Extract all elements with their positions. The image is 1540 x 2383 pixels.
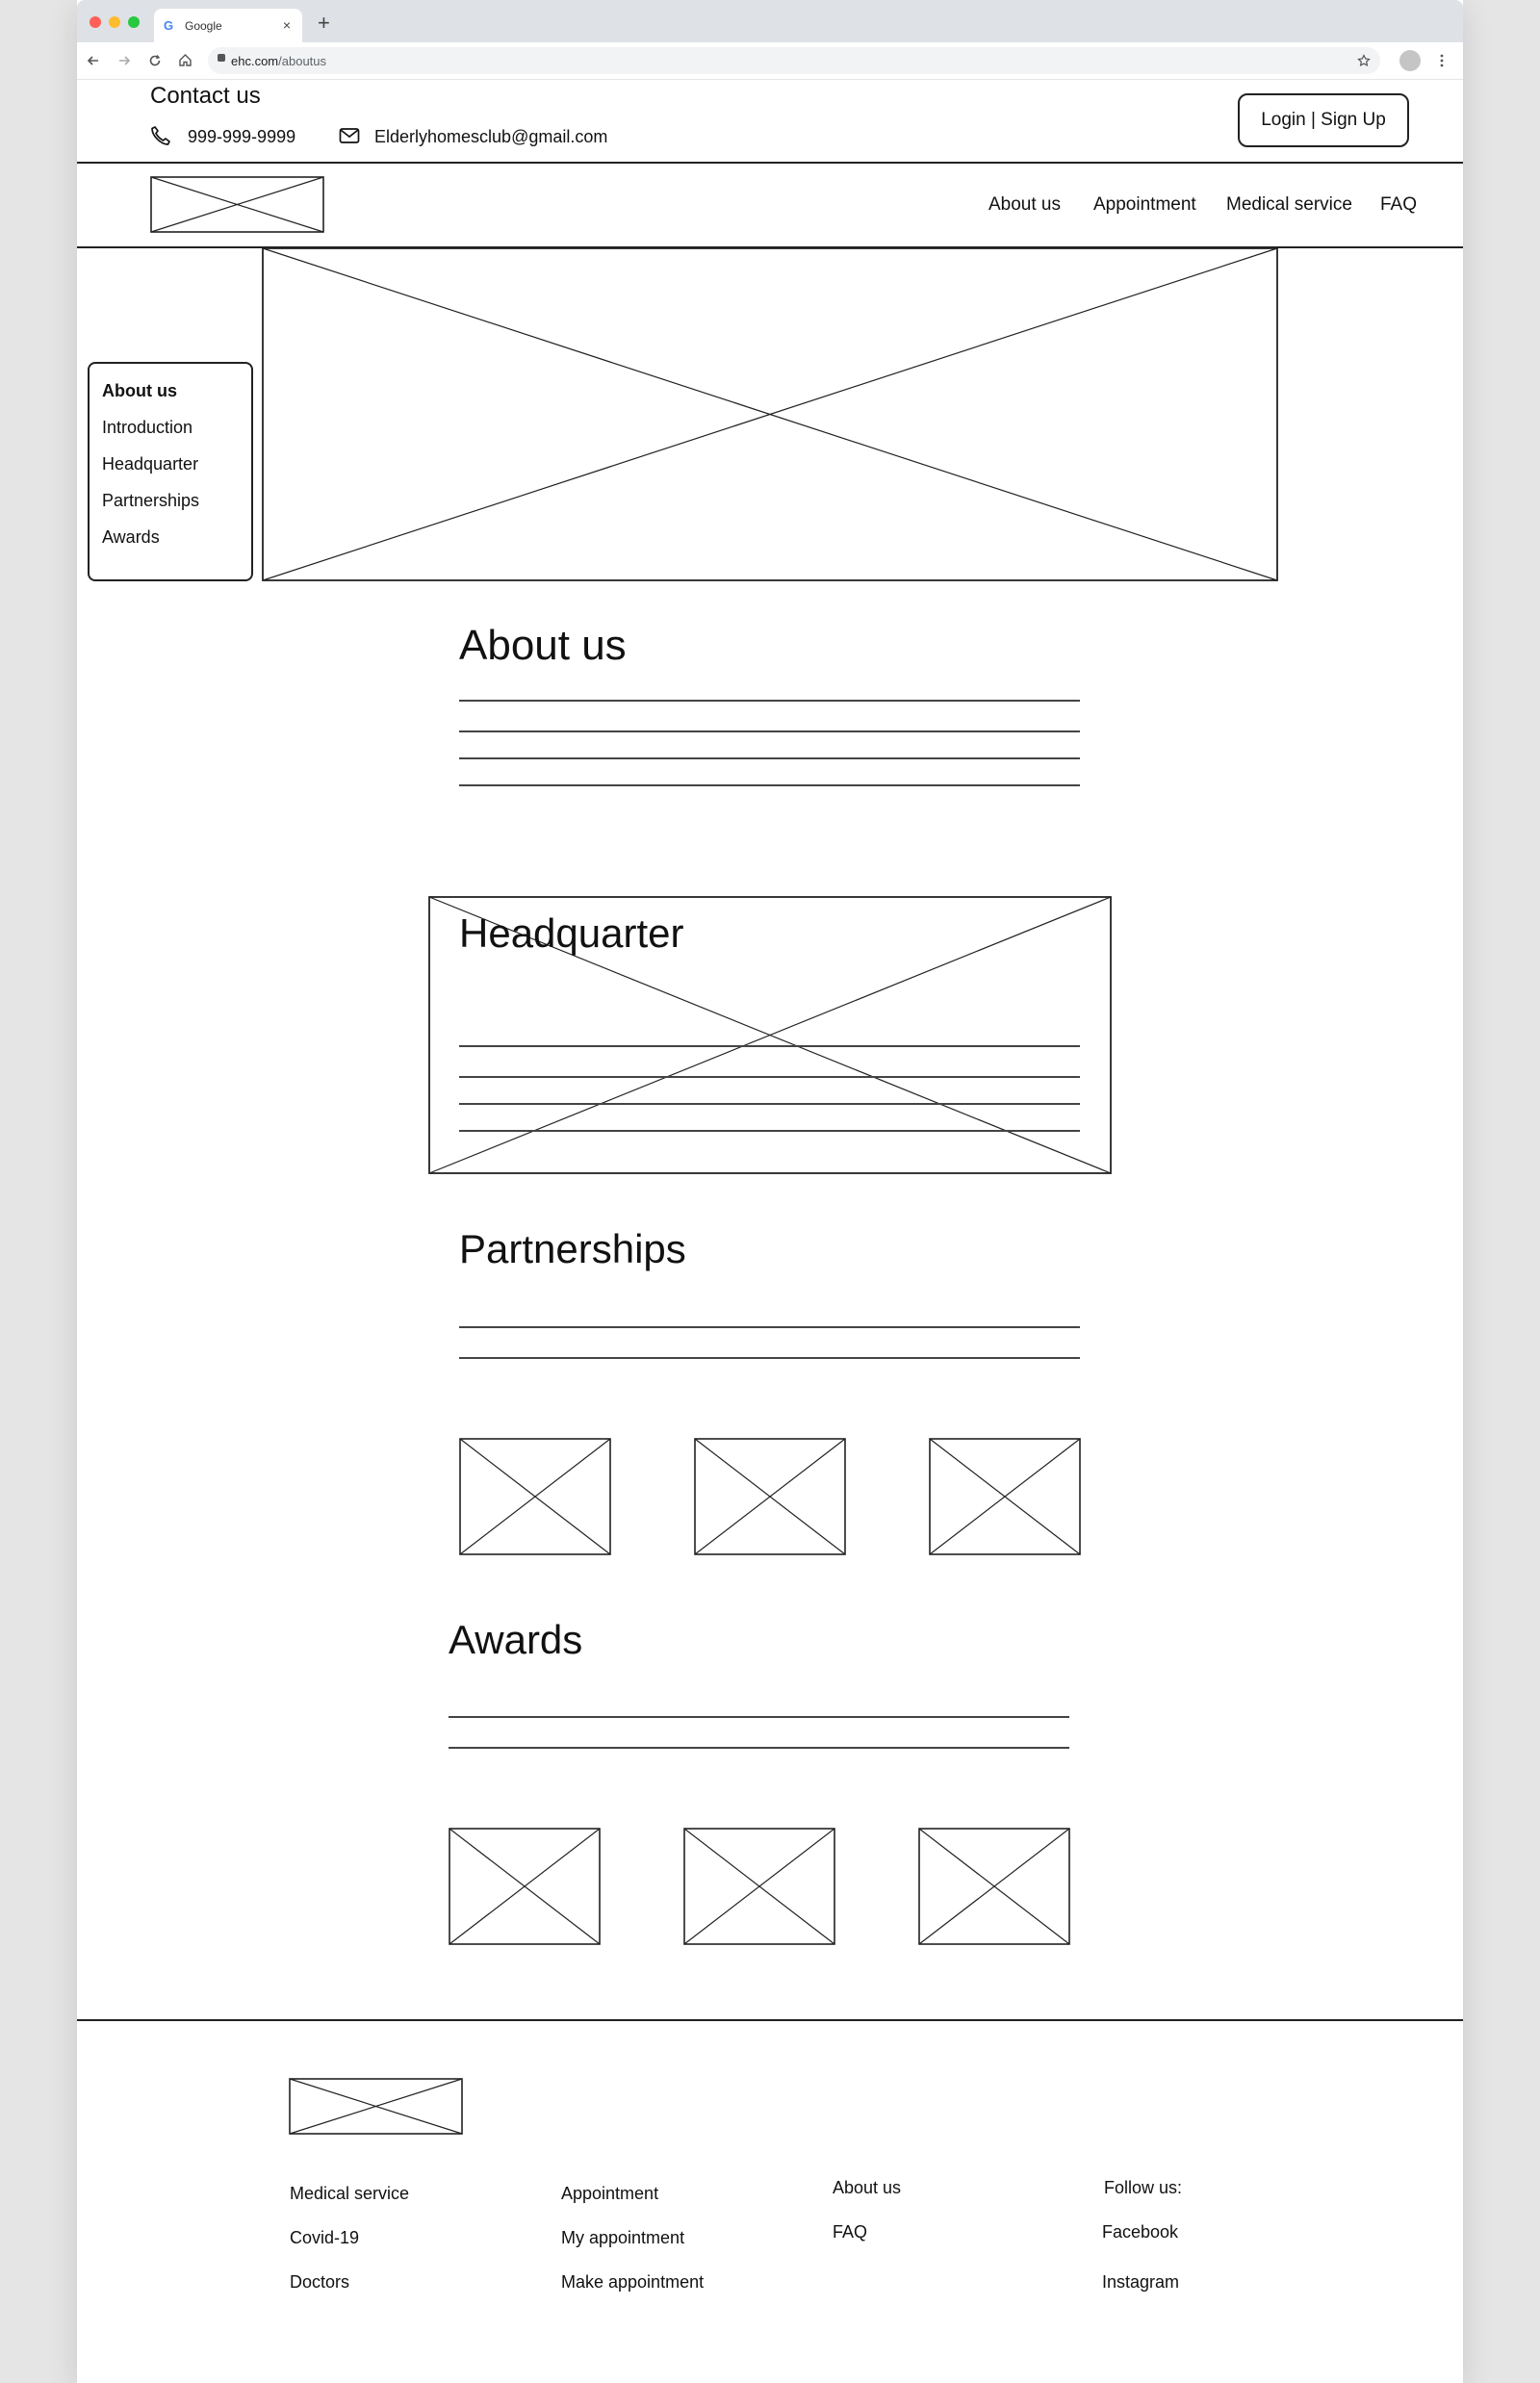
award-image-placeholder[interactable] xyxy=(683,1828,835,1945)
text-line-placeholder xyxy=(459,1045,1080,1047)
award-image-placeholder[interactable] xyxy=(918,1828,1070,1945)
text-line-placeholder xyxy=(449,1747,1069,1749)
footer-logo-placeholder[interactable] xyxy=(289,2078,463,2135)
login-signup-button[interactable]: Login | Sign Up xyxy=(1238,93,1409,147)
bookmark-star-icon[interactable] xyxy=(1357,54,1371,67)
text-line-placeholder xyxy=(459,1357,1080,1359)
logo-placeholder[interactable] xyxy=(150,176,324,233)
text-line-placeholder xyxy=(459,1130,1080,1132)
email-address[interactable]: Elderlyhomesclub@gmail.com xyxy=(374,127,607,147)
footer-link-doctors[interactable]: Doctors xyxy=(290,2272,349,2293)
partnerships-heading: Partnerships xyxy=(459,1226,686,1271)
address-bar-row: ehc.com/aboutus xyxy=(77,42,1463,80)
award-image-placeholder[interactable] xyxy=(449,1828,601,1945)
close-tab-icon[interactable]: × xyxy=(283,17,291,33)
url-text: ehc.com/aboutus xyxy=(231,54,327,68)
footer-link-my-appointment[interactable]: My appointment xyxy=(561,2228,684,2248)
new-tab-icon[interactable]: + xyxy=(318,11,330,36)
text-line-placeholder xyxy=(459,784,1080,786)
maximize-window-dot[interactable] xyxy=(128,16,140,28)
contact-title: Contact us xyxy=(150,83,261,109)
text-line-placeholder xyxy=(459,1326,1080,1328)
close-window-dot[interactable] xyxy=(90,16,101,28)
nav-appointment[interactable]: Appointment xyxy=(1093,194,1196,216)
sidenav-awards[interactable]: Awards xyxy=(102,527,160,548)
text-line-placeholder xyxy=(459,730,1080,732)
footer-link-faq[interactable]: FAQ xyxy=(833,2222,867,2242)
google-favicon-icon: G xyxy=(164,18,174,33)
sidenav-about-us[interactable]: About us xyxy=(102,381,177,401)
header-divider xyxy=(77,162,1463,164)
footer-link-covid-19[interactable]: Covid-19 xyxy=(290,2228,359,2248)
about-us-heading: About us xyxy=(459,622,627,669)
hero-image-placeholder xyxy=(262,247,1278,581)
mail-icon xyxy=(339,128,360,143)
partner-logo-placeholder[interactable] xyxy=(929,1438,1081,1555)
forward-arrow-icon[interactable] xyxy=(117,54,131,67)
browser-tab[interactable]: G Google × xyxy=(154,9,302,42)
url-field[interactable]: ehc.com/aboutus xyxy=(208,47,1380,74)
awards-heading: Awards xyxy=(449,1617,583,1662)
text-line-placeholder xyxy=(449,1716,1069,1718)
reload-icon[interactable] xyxy=(148,54,162,67)
footer-link-appointment[interactable]: Appointment xyxy=(561,2184,658,2204)
footer-link-about-us[interactable]: About us xyxy=(833,2178,901,2198)
browser-window: G Google × + ehc.com/aboutus Contact us … xyxy=(77,0,1463,2383)
text-line-placeholder xyxy=(459,1076,1080,1078)
phone-number[interactable]: 999-999-9999 xyxy=(188,127,295,147)
profile-avatar-icon[interactable] xyxy=(1399,50,1421,71)
sidenav-introduction[interactable]: Introduction xyxy=(102,418,192,438)
sidenav-headquarter[interactable]: Headquarter xyxy=(102,454,198,474)
home-icon[interactable] xyxy=(178,53,192,67)
back-arrow-icon[interactable] xyxy=(87,54,100,67)
browser-menu-icon[interactable] xyxy=(1439,53,1445,68)
nav-about-us[interactable]: About us xyxy=(988,194,1061,216)
tab-title: Google xyxy=(185,19,222,33)
footer-link-instagram[interactable]: Instagram xyxy=(1102,2272,1179,2293)
nav-medical-service[interactable]: Medical service xyxy=(1226,194,1352,216)
footer-link-medical-service[interactable]: Medical service xyxy=(290,2184,409,2204)
text-line-placeholder xyxy=(459,1103,1080,1105)
partner-logo-placeholder[interactable] xyxy=(459,1438,611,1555)
lock-icon xyxy=(218,54,225,62)
partner-logo-placeholder[interactable] xyxy=(694,1438,846,1555)
text-line-placeholder xyxy=(459,700,1080,702)
footer-link-make-appointment[interactable]: Make appointment xyxy=(561,2272,704,2293)
footer-divider xyxy=(77,2019,1463,2021)
phone-icon xyxy=(151,126,170,145)
text-line-placeholder xyxy=(459,757,1080,759)
follow-us-label: Follow us: xyxy=(1104,2178,1183,2197)
browser-tab-bar: G Google × + xyxy=(77,0,1463,42)
section-side-nav: About us Introduction Headquarter Partne… xyxy=(88,362,253,581)
sidenav-partnerships[interactable]: Partnerships xyxy=(102,491,199,511)
minimize-window-dot[interactable] xyxy=(109,16,120,28)
headquarter-heading: Headquarter xyxy=(459,910,684,956)
nav-faq[interactable]: FAQ xyxy=(1380,194,1417,216)
footer-link-facebook[interactable]: Facebook xyxy=(1102,2222,1178,2242)
